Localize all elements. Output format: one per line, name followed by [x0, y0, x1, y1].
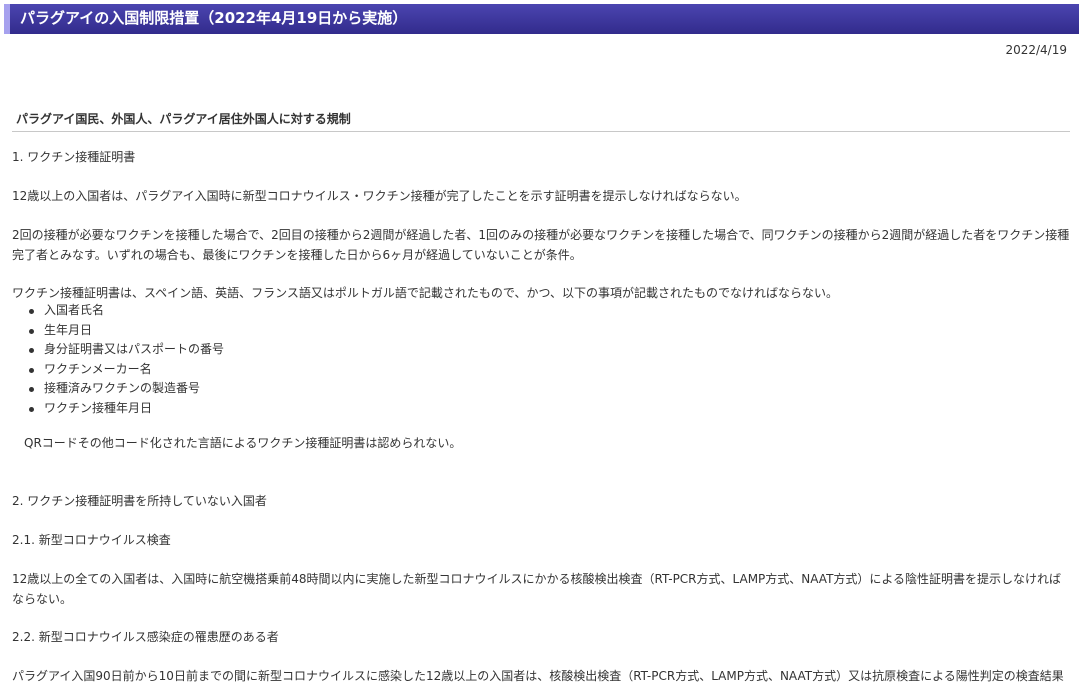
list-item: 身分証明書又はパスポートの番号	[12, 340, 224, 360]
section-2-1-paragraph: 12歳以上の全ての入国者は、入国時に航空機搭乗前48時間以内に実施した新型コロナ…	[12, 572, 1062, 606]
section-2-2-title: 2.2. 新型コロナウイルス感染症の罹患歴のある者	[12, 630, 279, 644]
section-1-note: QRコードその他コード化された言語によるワクチン接種証明書は認められない。	[24, 436, 462, 450]
section-1-paragraph-2: 2回の接種が必要なワクチンを接種した場合で、2回目の接種から2週間が経過した者、…	[12, 228, 1070, 262]
section-2-2-paragraph: パラグアイ入国90日前から10日前までの間に新型コロナウイルスに感染した12歳以…	[12, 669, 1064, 683]
page-title: パラグアイの入国制限措置（2022年4月19日から実施）	[4, 4, 1079, 34]
section-2-1-title: 2.1. 新型コロナウイルス検査	[12, 533, 171, 547]
section-2-title: 2. ワクチン接種証明書を所持していない入国者	[12, 494, 267, 508]
section-1-paragraph-1: 12歳以上の入国者は、パラグアイ入国時に新型コロナウイルス・ワクチン接種が完了し…	[12, 189, 747, 203]
required-items-list: 入国者氏名 生年月日 身分証明書又はパスポートの番号 ワクチンメーカー名 接種済…	[12, 301, 224, 419]
publish-date: 2022/4/19	[1005, 43, 1067, 57]
list-item: 接種済みワクチンの製造番号	[12, 379, 224, 399]
list-item: 入国者氏名	[12, 301, 224, 321]
section-1-title: 1. ワクチン接種証明書	[12, 150, 136, 164]
list-item: 生年月日	[12, 321, 224, 341]
list-item: ワクチン接種年月日	[12, 399, 224, 419]
section-heading: パラグアイ国民、外国人、パラグアイ居住外国人に対する規制	[12, 111, 1070, 132]
list-item: ワクチンメーカー名	[12, 360, 224, 380]
section-1-paragraph-3: ワクチン接種証明書は、スペイン語、英語、フランス語又はポルトガル語で記載されたも…	[12, 286, 838, 300]
